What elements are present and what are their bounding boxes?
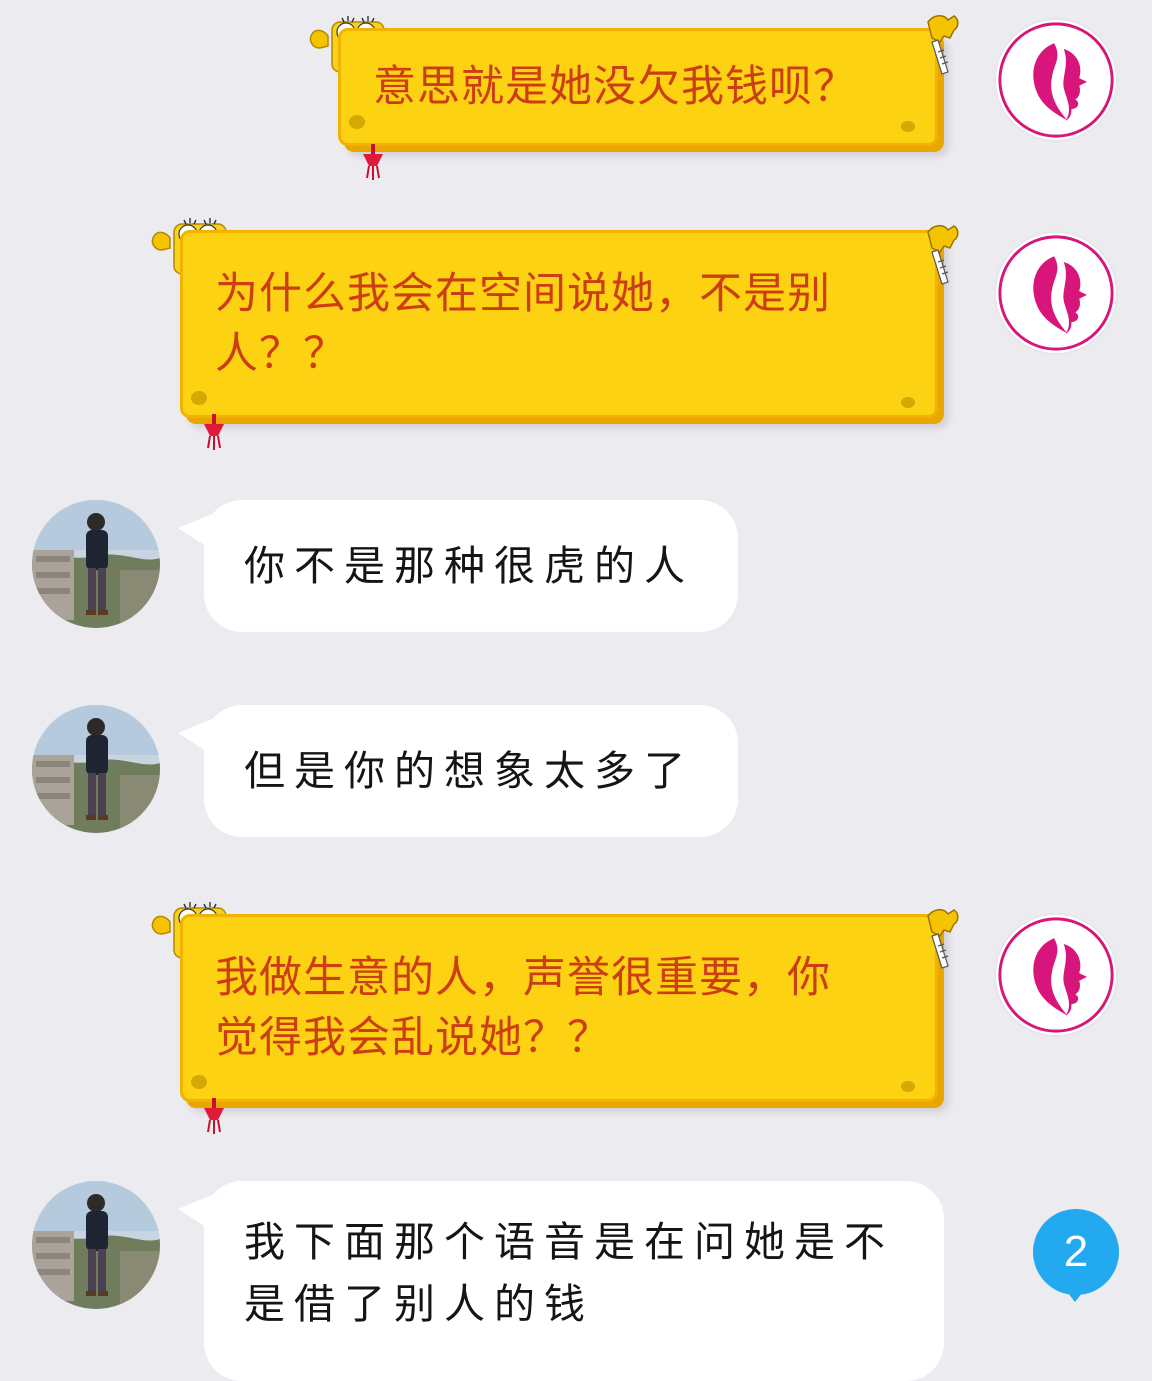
bubble-tail xyxy=(178,514,212,550)
bubble-decoration xyxy=(901,121,915,132)
message-text: 我做生意的人，声誉很重要，你 觉得我会乱说她？？ xyxy=(215,948,831,1068)
message-line: 我下面那个语音是在问她是不 xyxy=(244,1218,894,1266)
peer-avatar[interactable] xyxy=(32,500,160,628)
self-avatar[interactable] xyxy=(994,231,1118,355)
outgoing-message-bubble[interactable]: 我做生意的人，声誉很重要，你 觉得我会乱说她？？ xyxy=(180,914,938,1102)
self-avatar[interactable] xyxy=(994,18,1118,142)
bubble-tail xyxy=(178,719,212,755)
message-text: 但是你的想象太多了 xyxy=(244,747,694,795)
bubble-decoration xyxy=(349,115,365,129)
unread-count: 2 xyxy=(1063,1227,1089,1276)
thumbs-up-decoration-icon xyxy=(914,906,962,976)
message-text: 你不是那种很虎的人 xyxy=(244,542,694,590)
badge-pointer xyxy=(1064,1288,1086,1302)
peer-avatar[interactable] xyxy=(32,1181,160,1309)
thumbs-up-decoration-icon xyxy=(914,12,962,82)
outgoing-message-bubble[interactable]: 为什么我会在空间说她，不是别 人？？ xyxy=(180,230,938,418)
message-text: 我下面那个语音是在问她是不 是借了别人的钱 xyxy=(244,1211,894,1335)
incoming-message-bubble[interactable]: 我下面那个语音是在问她是不 是借了别人的钱 xyxy=(178,1181,944,1381)
thumbs-up-decoration-icon xyxy=(914,222,962,292)
bubble-tail xyxy=(178,1195,212,1231)
unread-count-badge[interactable]: 2 xyxy=(1033,1209,1119,1295)
message-line: 我做生意的人，声誉很重要，你 xyxy=(215,953,831,1003)
bubble-decoration xyxy=(191,391,207,405)
message-line: 是借了别人的钱 xyxy=(244,1280,594,1328)
incoming-message-bubble[interactable]: 但是你的想象太多了 xyxy=(178,705,738,837)
message-text: 为什么我会在空间说她，不是别 人？？ xyxy=(215,264,831,384)
bubble-decoration xyxy=(901,397,915,408)
tassel-decoration-icon xyxy=(202,1098,226,1134)
bubble-decoration xyxy=(901,1081,915,1092)
message-line: 为什么我会在空间说她，不是别 xyxy=(215,269,831,319)
outgoing-message-bubble[interactable]: 意思就是她没欠我钱呗？ xyxy=(338,28,938,146)
tassel-decoration-icon xyxy=(361,144,385,180)
tassel-decoration-icon xyxy=(202,414,226,450)
message-text: 意思就是她没欠我钱呗？ xyxy=(373,62,857,112)
message-line: 觉得我会乱说她？？ xyxy=(215,1013,611,1063)
incoming-message-bubble[interactable]: 你不是那种很虎的人 xyxy=(178,500,738,632)
bubble-decoration xyxy=(191,1075,207,1089)
message-line: 人？？ xyxy=(215,329,347,379)
peer-avatar[interactable] xyxy=(32,705,160,833)
self-avatar[interactable] xyxy=(994,913,1118,1037)
